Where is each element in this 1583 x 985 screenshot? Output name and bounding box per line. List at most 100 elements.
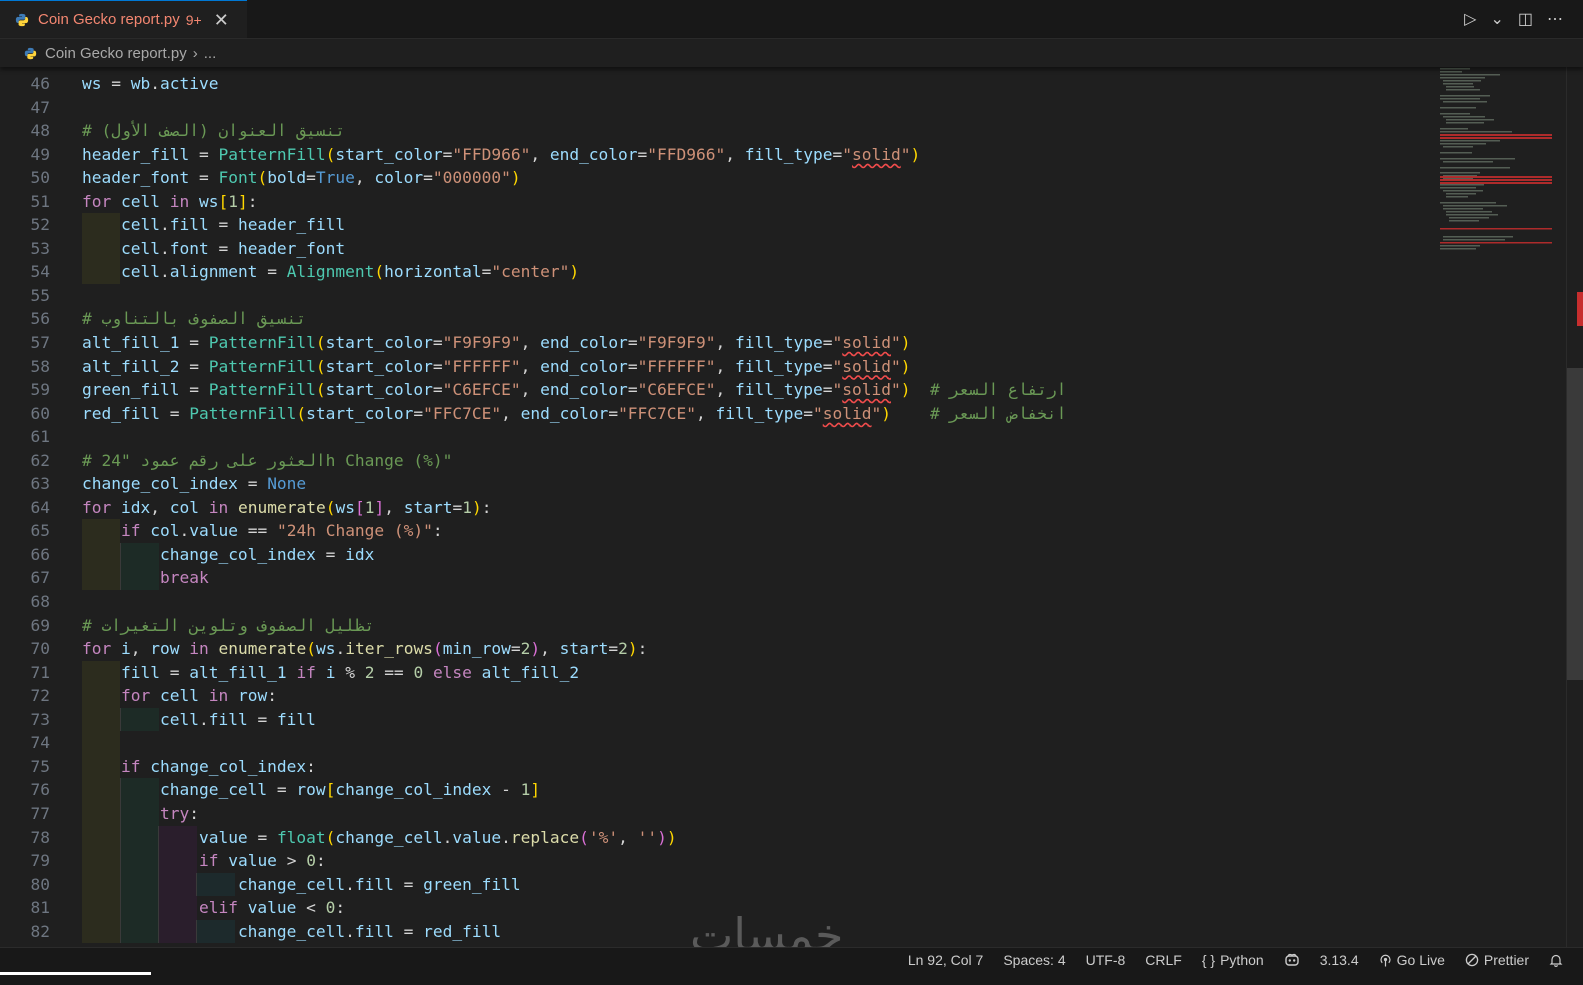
- line-number: 81: [30, 898, 51, 918]
- chevron-right-icon: ›: [192, 44, 198, 62]
- prettier-label: Prettier: [1483, 952, 1529, 968]
- notifications-button[interactable]: [1549, 953, 1563, 967]
- code-line: 61: [0, 425, 1440, 449]
- code-line: 66 change_col_index = idx: [0, 542, 1440, 567]
- end-of-line[interactable]: CRLF: [1145, 952, 1182, 968]
- line-number: 70: [30, 639, 51, 659]
- split-editor-icon[interactable]: ◫: [1518, 9, 1533, 29]
- line-number: 61: [30, 427, 51, 447]
- code-line: 73 cell.fill = fill: [0, 707, 1440, 732]
- line-number: 72: [30, 686, 51, 706]
- run-icon[interactable]: ▷: [1464, 9, 1476, 29]
- comment: # تنسيق الصفوف بالتناوب: [82, 309, 307, 329]
- line-number: 74: [30, 733, 51, 753]
- code-line: 58 alt_fill_2 = PatternFill(start_color="…: [0, 355, 1440, 379]
- tab-bar: Coin Gecko report.py 9+ ✕ ▷ ⌄ ◫ ⋯: [0, 0, 1583, 39]
- line-number: 78: [30, 827, 51, 847]
- code-line: 67 break: [0, 566, 1440, 591]
- breadcrumb: Coin Gecko report.py › ...: [0, 39, 1583, 67]
- code-line: 62 # العثور على رقم عمود "24h Change (%)": [0, 449, 1440, 473]
- code-line: 63 change_col_index = None: [0, 472, 1440, 496]
- line-number: 54: [30, 262, 51, 282]
- chevron-down-icon[interactable]: ⌄: [1490, 9, 1503, 29]
- line-number: 66: [30, 544, 51, 564]
- breadcrumb-file[interactable]: Coin Gecko report.py: [45, 45, 187, 62]
- comment: # تنسيق العنوان (الصف الأول): [82, 121, 346, 141]
- code-line: 69 # تظليل الصفوف وتلوين التغيرات: [0, 614, 1440, 638]
- code-line: 51 for cell in ws[1]:: [0, 190, 1440, 214]
- python-file-icon: [15, 13, 29, 26]
- code-line: 68: [0, 590, 1440, 614]
- comment: # ارتفاع السعر: [929, 380, 1067, 400]
- line-number: 73: [30, 709, 51, 729]
- line-number: 50: [30, 168, 51, 188]
- line-number: 47: [30, 97, 51, 117]
- code-line: 65 if col.value == "24h Change (%)":: [0, 519, 1440, 543]
- line-number: 69: [30, 615, 51, 635]
- line-number: 77: [30, 803, 51, 823]
- language-mode[interactable]: { } Python: [1202, 952, 1264, 968]
- code-line: 79 if value > 0:: [0, 849, 1440, 873]
- code-line: 74: [0, 731, 1440, 755]
- comment: # انخفاض السعر: [929, 403, 1067, 423]
- code-line: 49 header_fill = PatternFill(start_color=…: [0, 143, 1440, 167]
- close-icon[interactable]: ✕: [214, 11, 229, 29]
- line-number: 48: [30, 121, 51, 141]
- line-number: 57: [30, 333, 51, 353]
- code-line: 55: [0, 284, 1440, 308]
- comment: # تظليل الصفوف وتلوين التغيرات: [82, 615, 375, 635]
- encoding[interactable]: UTF-8: [1086, 952, 1126, 968]
- cursor-position[interactable]: Ln 92, Col 7: [908, 952, 984, 968]
- problems-badge: 9+: [185, 11, 202, 28]
- line-number: 53: [30, 238, 51, 258]
- code-line: 54 cell.alignment = Alignment(horizontal…: [0, 260, 1440, 284]
- line-number: 55: [30, 285, 51, 305]
- tab-filename: Coin Gecko report.py: [38, 11, 180, 28]
- breadcrumb-more[interactable]: ...: [204, 45, 217, 62]
- code-line: 46 ws = wb.active: [0, 72, 1440, 96]
- code-line: 48 # تنسيق العنوان (الصف الأول): [0, 119, 1440, 143]
- code-line: 75 if change_col_index:: [0, 754, 1440, 779]
- code-line: 80 change_cell.fill = green_fill: [0, 872, 1440, 897]
- code-line: 52 cell.fill = header_fill: [0, 213, 1440, 237]
- code-line: 50 header_font = Font(bold=True, color="0…: [0, 166, 1440, 190]
- code-line: 72 for cell in row:: [0, 684, 1440, 708]
- code-line: 78 value = float(change_cell.value.repla…: [0, 825, 1440, 850]
- bottom-strip: [0, 972, 1583, 985]
- code-line: 71 fill = alt_fill_1 if i % 2 == 0 else …: [0, 660, 1440, 685]
- line-number: 59: [30, 380, 51, 400]
- line-number: 76: [30, 780, 51, 800]
- go-live-label: Go Live: [1396, 952, 1445, 968]
- line-number: 51: [30, 191, 51, 211]
- line-number: 71: [30, 662, 51, 682]
- code-line: 56 # تنسيق الصفوف بالتناوب: [0, 307, 1440, 331]
- python-version[interactable]: 3.13.4: [1320, 952, 1359, 968]
- copilot-status[interactable]: [1284, 953, 1300, 967]
- line-number: 75: [30, 756, 51, 776]
- code-line: 70 for i, row in enumerate(ws.iter_rows(m…: [0, 637, 1440, 661]
- status-bar: Ln 92, Col 7 Spaces: 4 UTF-8 CRLF { } Py…: [0, 947, 1583, 972]
- line-number: 67: [30, 568, 51, 588]
- prettier-status[interactable]: Prettier: [1465, 952, 1529, 968]
- line-number: 49: [30, 144, 51, 164]
- minimap[interactable]: [1437, 66, 1552, 266]
- copilot-icon: [1284, 953, 1299, 966]
- line-number: 63: [30, 474, 51, 494]
- line-number: 58: [30, 356, 51, 376]
- line-number: 56: [30, 309, 51, 329]
- language-label: Python: [1220, 952, 1264, 968]
- broadcast-icon: [1380, 954, 1391, 966]
- code-line: 60 red_fill = PatternFill(start_color="FF…: [0, 402, 1440, 426]
- go-live-button[interactable]: Go Live: [1379, 952, 1445, 968]
- code-editor[interactable]: 46 ws = wb.active 47 48 # تنسيق العنوان (ا…: [0, 66, 1568, 947]
- indentation[interactable]: Spaces: 4: [1003, 952, 1065, 968]
- minimap-preview: [1440, 68, 1552, 250]
- line-number: 65: [30, 521, 51, 541]
- more-actions-icon[interactable]: ⋯: [1547, 9, 1563, 29]
- line-number: 80: [30, 874, 51, 894]
- comment: # العثور على رقم عمود "24h Change (%)": [82, 450, 453, 470]
- scrollbar-thumb[interactable]: [1567, 368, 1583, 680]
- line-number: 68: [30, 592, 51, 612]
- prohibited-icon: [1465, 953, 1479, 967]
- tab-coin-gecko-report[interactable]: Coin Gecko report.py 9+ ✕: [0, 0, 247, 38]
